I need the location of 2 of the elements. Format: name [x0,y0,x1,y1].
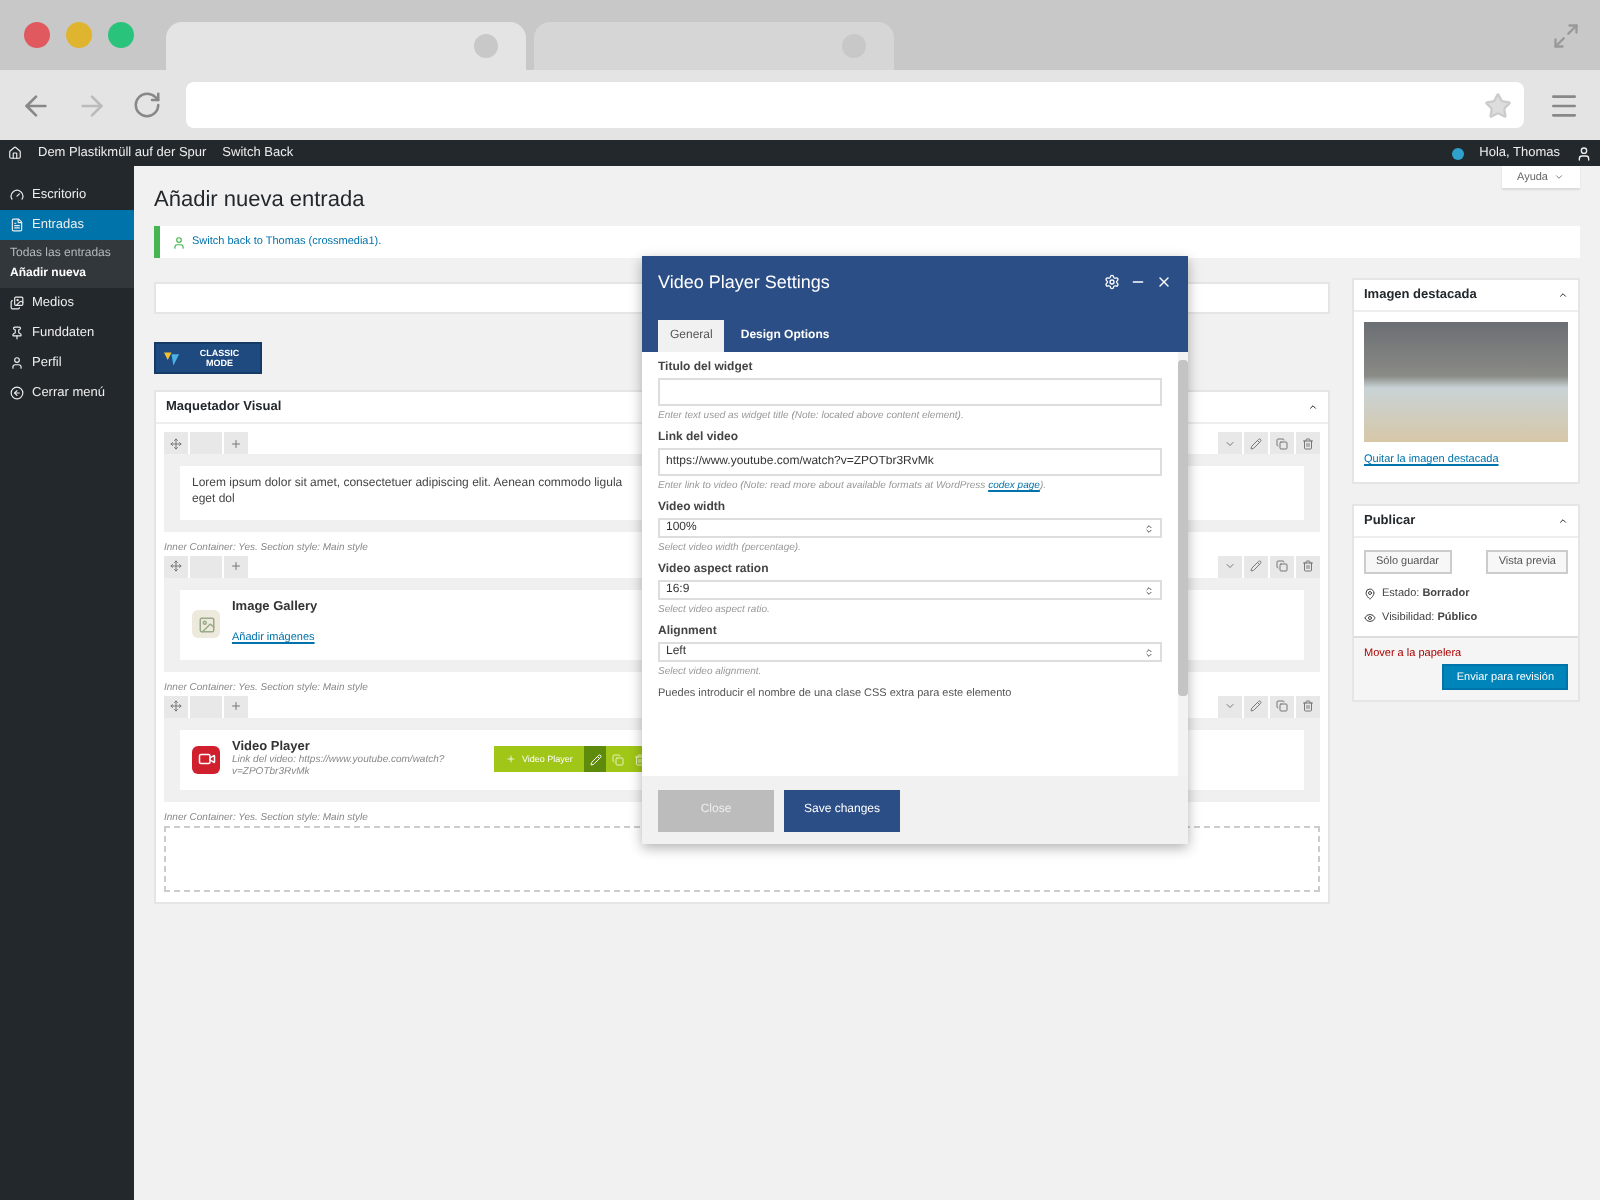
dialog-title: Video Player Settings [658,272,830,292]
page-title: Añadir nueva entrada [154,186,367,216]
